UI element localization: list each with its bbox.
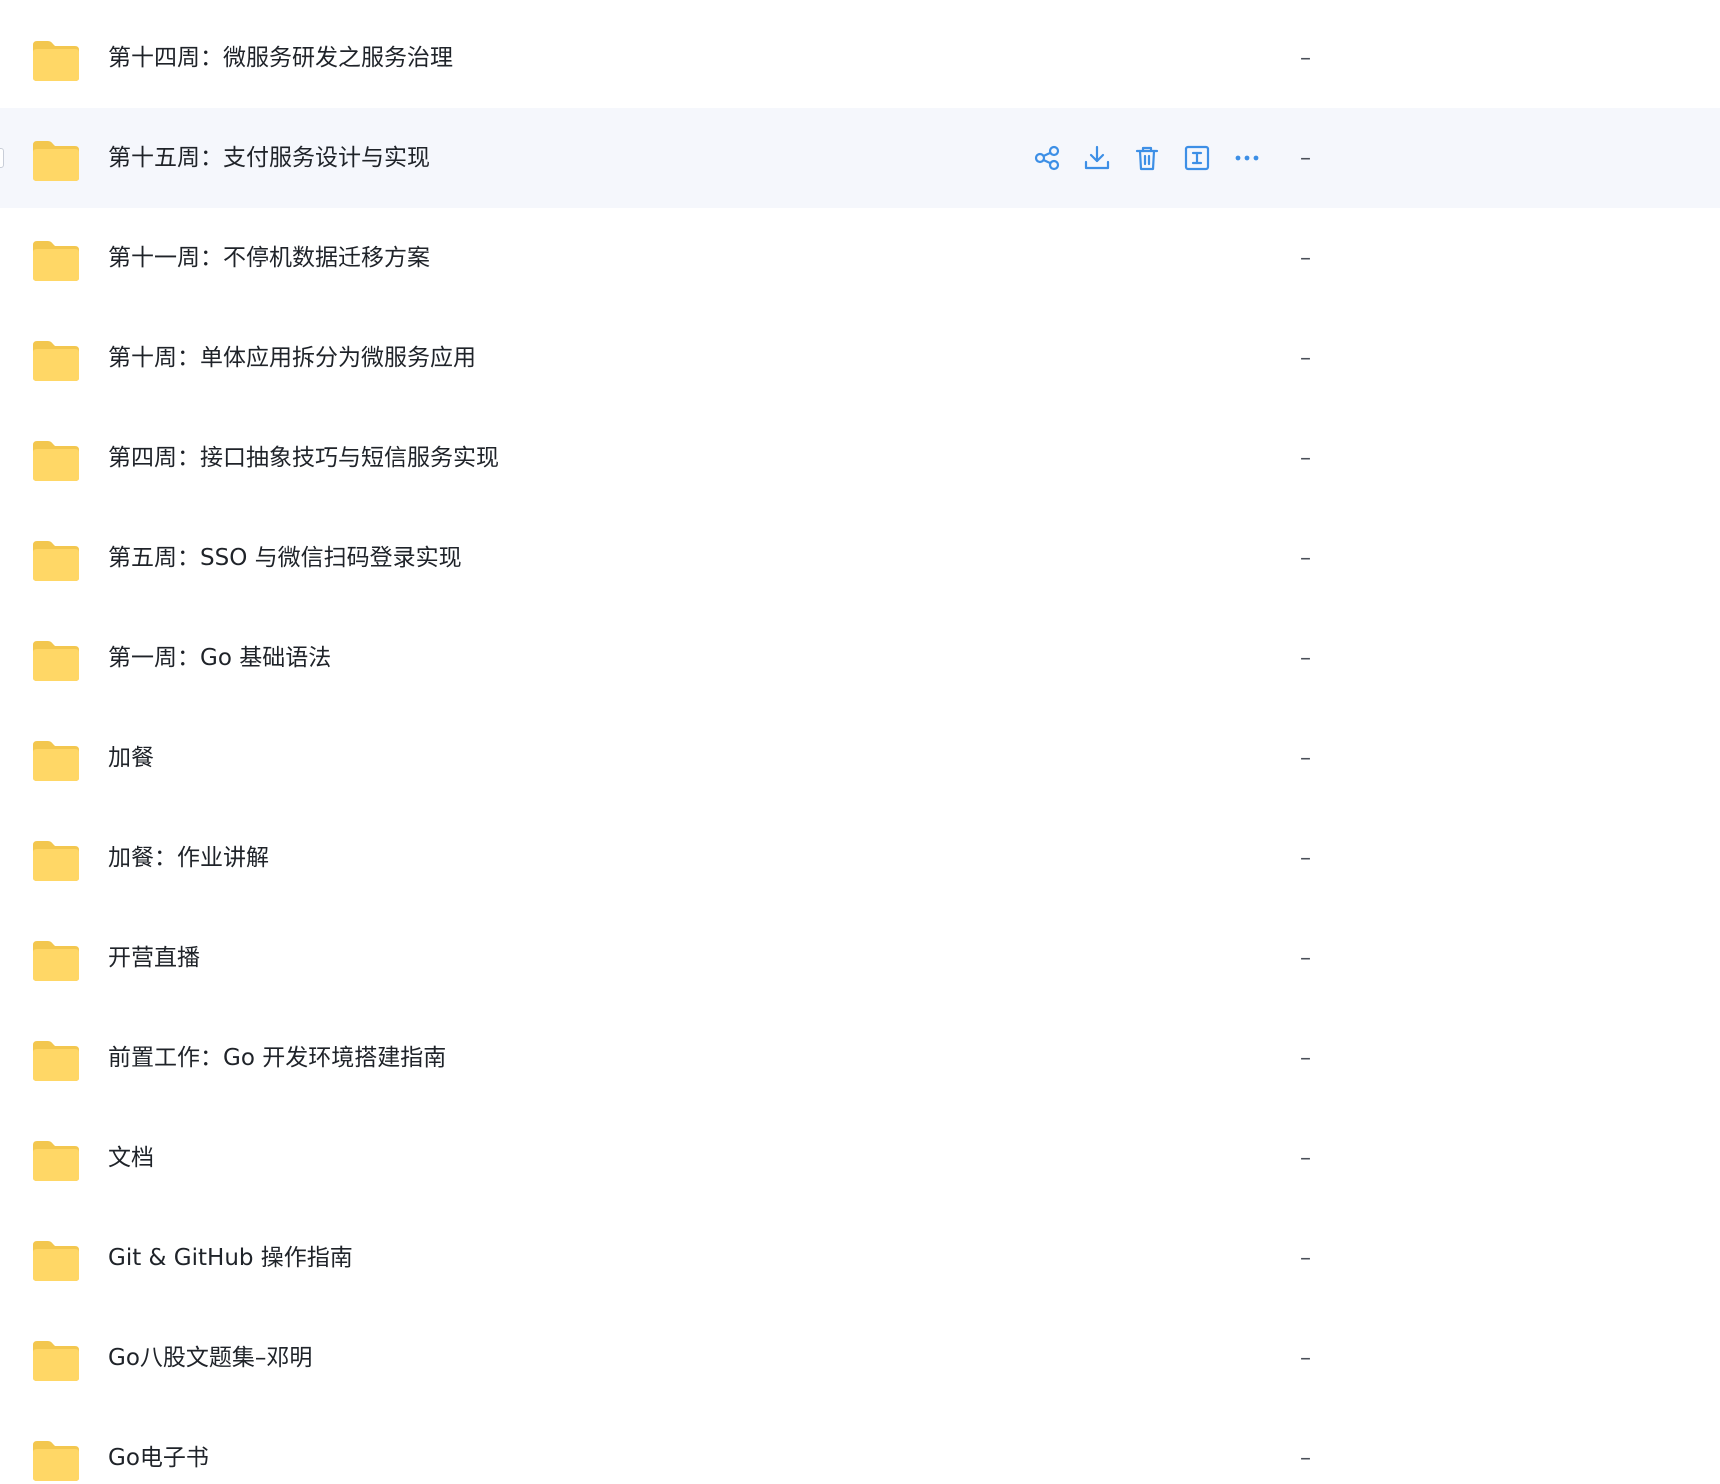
row-size: – (1300, 846, 1311, 871)
row-name[interactable]: 第十五周：支付服务设计与实现 (108, 108, 430, 208)
folder-icon (31, 740, 81, 782)
table-row[interactable]: 第十周：单体应用拆分为微服务应用 – (0, 308, 1720, 408)
table-row[interactable]: 前置工作：Go 开发环境搭建指南 – (0, 1008, 1720, 1108)
row-checkbox[interactable] (0, 148, 4, 168)
download-button[interactable] (1080, 141, 1114, 175)
folder-icon (31, 140, 81, 182)
row-name[interactable]: 第十周：单体应用拆分为微服务应用 (108, 308, 476, 408)
table-row[interactable]: 第十四周：微服务研发之服务治理 – (0, 8, 1720, 108)
folder-icon (31, 240, 81, 282)
rename-icon (1183, 144, 1211, 172)
row-name[interactable]: Go电子书 (108, 1408, 209, 1484)
row-size: – (1300, 1346, 1311, 1371)
folder-icon (31, 1440, 81, 1482)
more-icon (1233, 144, 1261, 172)
row-size: – (1300, 146, 1311, 171)
download-icon (1083, 144, 1111, 172)
table-row[interactable]: Go八股文题集–邓明 – (0, 1308, 1720, 1408)
folder-icon (31, 440, 81, 482)
row-size: – (1300, 746, 1311, 771)
row-name[interactable]: 第十四周：微服务研发之服务治理 (108, 8, 453, 108)
table-row[interactable]: 加餐：作业讲解 – (0, 808, 1720, 908)
table-row[interactable]: 第四周：接口抽象技巧与短信服务实现 – (0, 408, 1720, 508)
row-name[interactable]: 第五周：SSO 与微信扫码登录实现 (108, 508, 462, 608)
share-button[interactable] (1030, 141, 1064, 175)
row-size: – (1300, 246, 1311, 271)
row-size: – (1300, 1446, 1311, 1471)
folder-icon (31, 940, 81, 982)
row-size: – (1300, 346, 1311, 371)
row-size: – (1300, 646, 1311, 671)
table-row[interactable]: 第一周：Go 基础语法 – (0, 608, 1720, 708)
table-row[interactable]: 加餐 – (0, 708, 1720, 808)
folder-icon (31, 40, 81, 82)
folder-icon (31, 540, 81, 582)
row-name[interactable]: 加餐 (108, 708, 154, 808)
row-name[interactable]: 加餐：作业讲解 (108, 808, 269, 908)
row-name[interactable]: 第四周：接口抽象技巧与短信服务实现 (108, 408, 499, 508)
row-actions (1030, 138, 1280, 178)
row-size: – (1300, 446, 1311, 471)
row-size: – (1300, 546, 1311, 571)
table-row[interactable]: 第十五周：支付服务设计与实现 – (0, 108, 1720, 208)
row-size: – (1300, 1046, 1311, 1071)
row-size: – (1300, 46, 1311, 71)
table-row[interactable]: Go电子书 – (0, 1408, 1720, 1484)
row-name[interactable]: 开营直播 (108, 908, 200, 1008)
row-name[interactable]: Go八股文题集–邓明 (108, 1308, 312, 1408)
file-list: 第十四周：微服务研发之服务治理 – 第十五周：支付服务设计与实现 – 第十一周：不停机数… (0, 0, 1720, 1484)
folder-icon (31, 1340, 81, 1382)
row-size: – (1300, 946, 1311, 971)
table-row[interactable]: 开营直播 – (0, 908, 1720, 1008)
folder-icon (31, 1140, 81, 1182)
table-row[interactable]: 文档 – (0, 1108, 1720, 1208)
row-name[interactable]: 第十一周：不停机数据迁移方案 (108, 208, 430, 308)
row-name[interactable]: 前置工作：Go 开发环境搭建指南 (108, 1008, 446, 1108)
row-size: – (1300, 1146, 1311, 1171)
folder-icon (31, 840, 81, 882)
folder-icon (31, 1240, 81, 1282)
table-row[interactable]: 第十一周：不停机数据迁移方案 – (0, 208, 1720, 308)
more-button[interactable] (1230, 141, 1264, 175)
trash-icon (1133, 144, 1161, 172)
row-name[interactable]: Git & GitHub 操作指南 (108, 1208, 353, 1308)
row-name[interactable]: 第一周：Go 基础语法 (108, 608, 331, 708)
folder-icon (31, 1040, 81, 1082)
folder-icon (31, 340, 81, 382)
rename-button[interactable] (1180, 141, 1214, 175)
table-row[interactable]: Git & GitHub 操作指南 – (0, 1208, 1720, 1308)
row-size: – (1300, 1246, 1311, 1271)
row-name[interactable]: 文档 (108, 1108, 154, 1208)
table-row[interactable]: 第五周：SSO 与微信扫码登录实现 – (0, 508, 1720, 608)
share-icon (1033, 144, 1061, 172)
folder-icon (31, 640, 81, 682)
delete-button[interactable] (1130, 141, 1164, 175)
